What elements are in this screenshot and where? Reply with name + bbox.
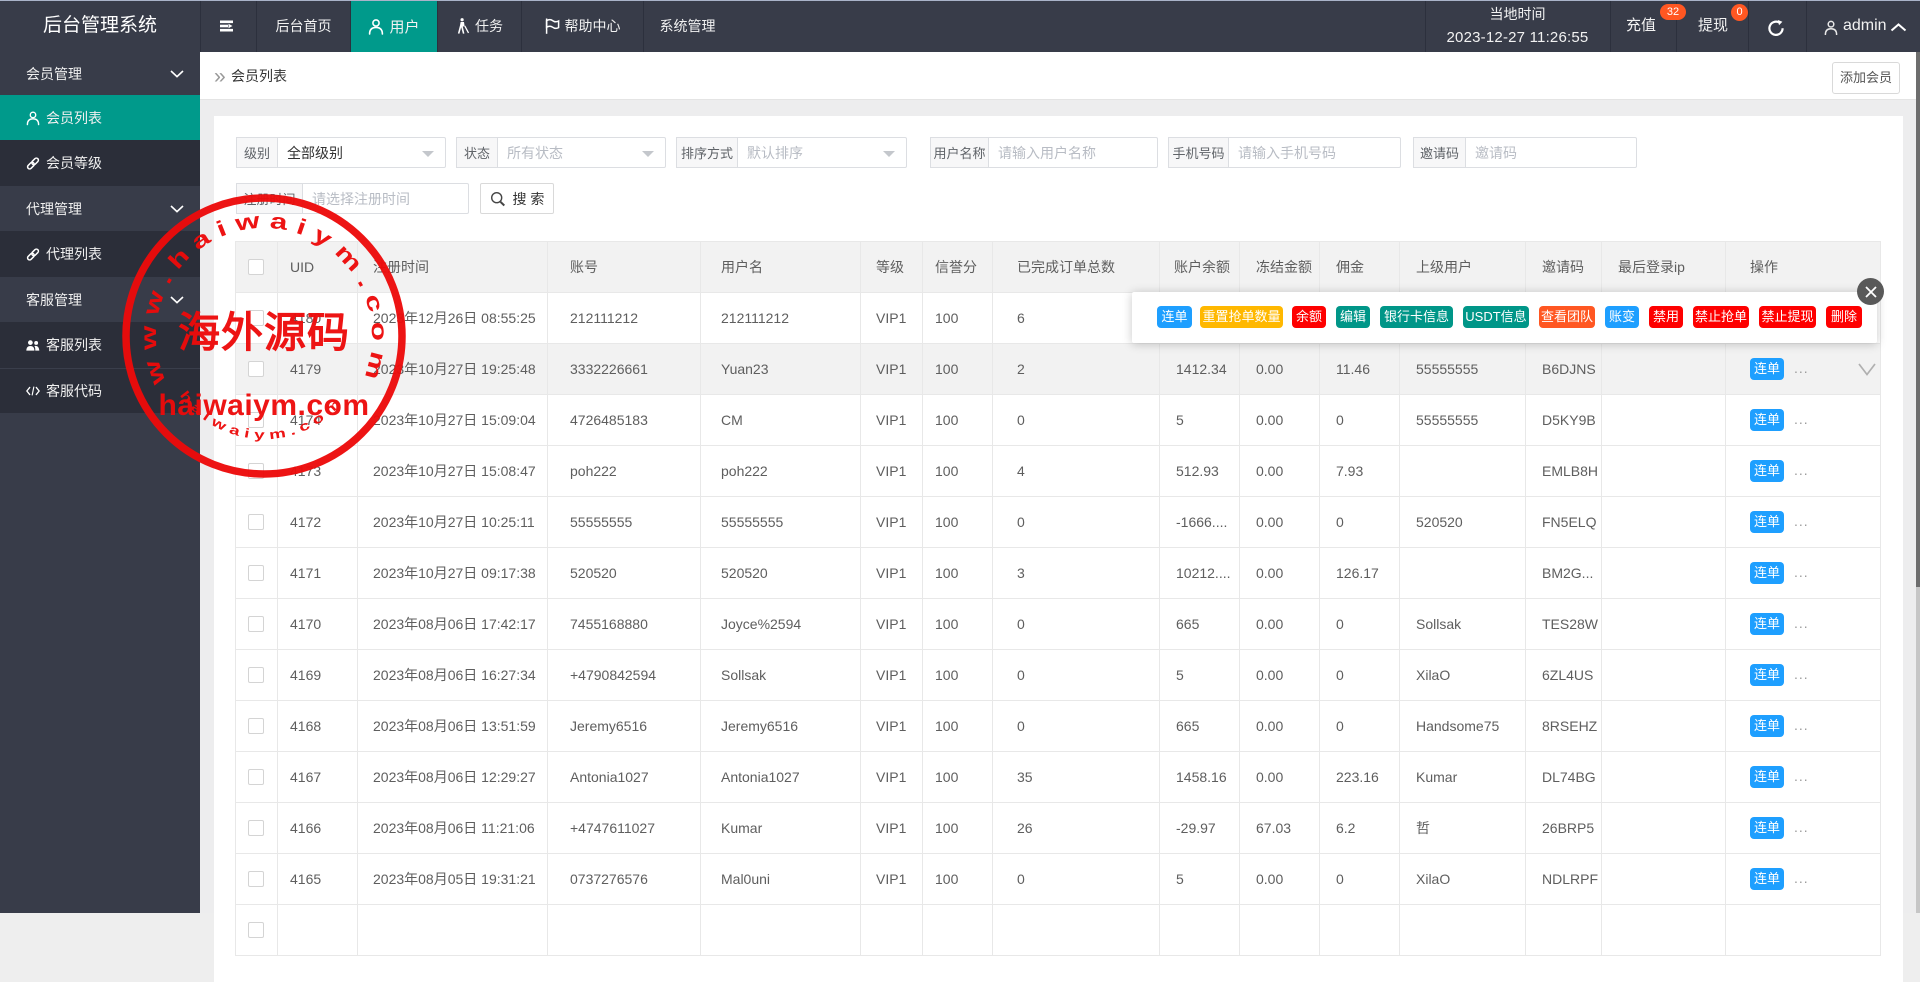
svg-text:海外源码: 海外源码 bbox=[178, 310, 350, 357]
